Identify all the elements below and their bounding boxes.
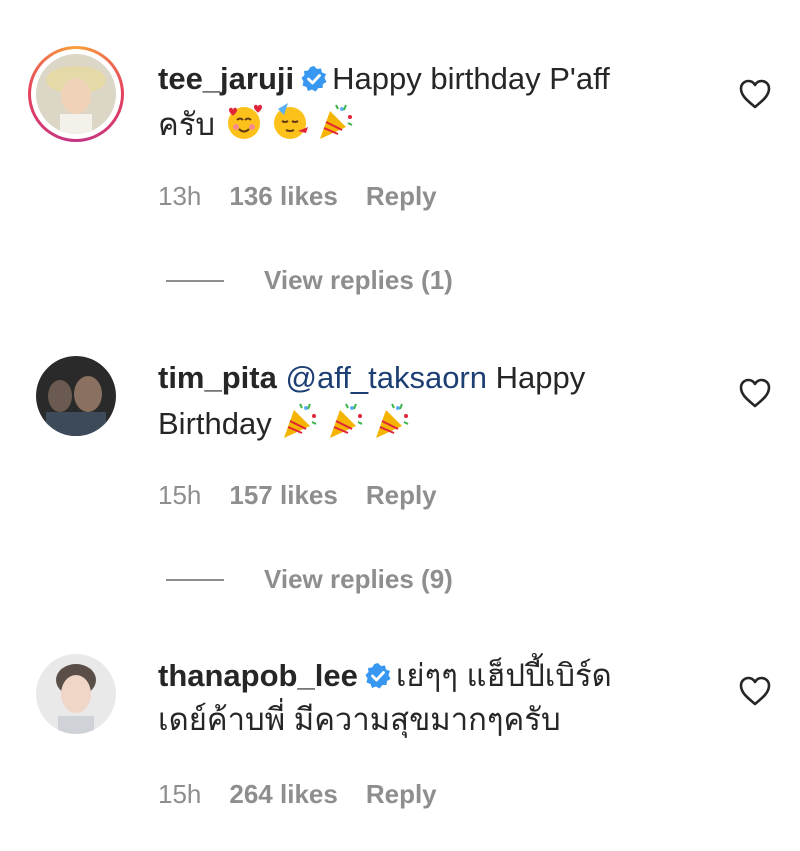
comment-text: thanapob_lee เย่ๆๆ แฮ็ปปี้เบิร์ด เดย์ค้าบ… bbox=[158, 654, 718, 742]
comment-text: tee_jaruji Happy birthday P'aff ครับ bbox=[158, 57, 718, 147]
username[interactable]: tim_pita bbox=[158, 360, 277, 395]
divider-line bbox=[166, 578, 224, 581]
party-popper-icon bbox=[376, 403, 409, 438]
divider-line bbox=[166, 279, 224, 282]
username[interactable]: tee_jaruji bbox=[158, 61, 294, 96]
view-replies-label: View replies (9) bbox=[264, 564, 453, 594]
comment-body: Happy birthday P'aff bbox=[332, 61, 610, 96]
mention-link[interactable]: @aff_taksaorn bbox=[285, 360, 487, 395]
profile-photo-icon bbox=[36, 356, 116, 436]
comment-body-line2: เดย์ค้าบพี่ มีความสุขมากๆครับ bbox=[158, 702, 561, 737]
comment-body-line2: Birthday bbox=[158, 406, 272, 441]
likes-count[interactable]: 157 likes bbox=[229, 480, 337, 511]
verified-badge-icon bbox=[301, 66, 327, 92]
like-heart-icon[interactable] bbox=[738, 675, 772, 707]
comment-meta: 13h 136 likes Reply bbox=[158, 181, 437, 212]
timestamp: 13h bbox=[158, 181, 202, 211]
comment-meta: 15h 157 likes Reply bbox=[158, 480, 437, 511]
reply-button[interactable]: Reply bbox=[366, 181, 437, 212]
timestamp: 15h bbox=[158, 779, 202, 809]
timestamp: 15h bbox=[158, 480, 202, 510]
avatar[interactable] bbox=[28, 348, 124, 444]
avatar[interactable] bbox=[28, 646, 124, 742]
smiling-face-with-hearts-icon bbox=[227, 104, 262, 139]
party-popper-icon bbox=[284, 403, 317, 438]
username[interactable]: thanapob_lee bbox=[158, 658, 358, 693]
comment-text: tim_pita @aff_taksaorn Happy Birthday bbox=[158, 356, 718, 446]
view-replies-label: View replies (1) bbox=[264, 265, 453, 295]
comment-body-line2: ครับ bbox=[158, 107, 216, 142]
like-heart-icon[interactable] bbox=[738, 377, 772, 409]
like-heart-icon[interactable] bbox=[738, 78, 772, 110]
profile-photo-icon bbox=[36, 654, 116, 734]
avatar[interactable] bbox=[28, 46, 124, 142]
partying-face-icon bbox=[273, 103, 308, 139]
profile-photo-icon bbox=[36, 54, 116, 134]
view-replies-button[interactable]: View replies (1) bbox=[166, 265, 453, 296]
verified-badge-icon bbox=[365, 663, 391, 689]
reply-button[interactable]: Reply bbox=[366, 480, 437, 511]
comment-body: เย่ๆๆ แฮ็ปปี้เบิร์ด bbox=[395, 658, 612, 693]
likes-count[interactable]: 136 likes bbox=[229, 181, 337, 212]
party-popper-icon bbox=[330, 403, 363, 438]
view-replies-button[interactable]: View replies (9) bbox=[166, 564, 453, 595]
likes-count[interactable]: 264 likes bbox=[229, 779, 337, 810]
comment-meta: 15h 264 likes Reply bbox=[158, 779, 437, 810]
party-popper-icon bbox=[319, 104, 353, 139]
comment-body: Happy bbox=[495, 360, 586, 395]
reply-button[interactable]: Reply bbox=[366, 779, 437, 810]
